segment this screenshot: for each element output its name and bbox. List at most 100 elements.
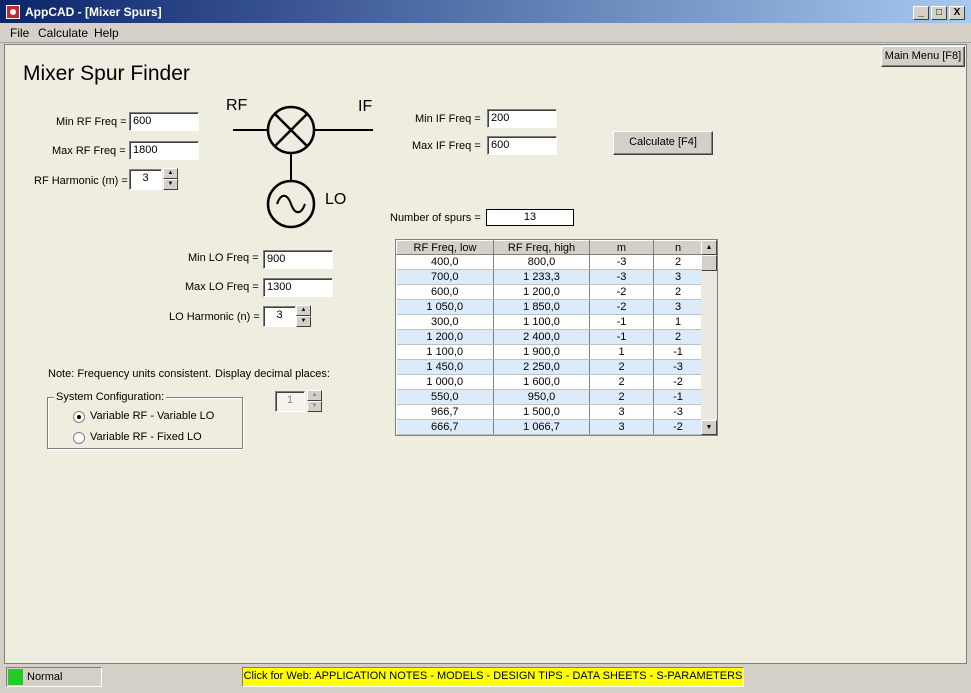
table-cell[interactable]: 1 066,7 [493,419,590,435]
table-cell[interactable]: 2 [589,389,654,405]
table-cell[interactable]: 1 450,0 [396,359,494,375]
maximize-button[interactable]: □ [931,6,947,20]
chevron-up-icon[interactable]: ▲ [296,305,311,316]
chevron-down-icon[interactable]: ▼ [296,316,311,327]
table-row[interactable]: 1 200,0 2 400,0 -1 2 [396,329,703,345]
table-cell[interactable]: 400,0 [396,254,494,270]
table-cell[interactable]: 1 [589,344,654,360]
table-row[interactable]: 700,0 1 233,3 -3 3 [396,269,703,285]
table-cell[interactable]: 1 200,0 [396,329,494,345]
radio-fixed-lo-label[interactable]: Variable RF - Fixed LO [90,431,202,443]
table-cell[interactable]: 1 500,0 [493,404,590,420]
table-cell[interactable]: -1 [653,389,703,405]
table-cell[interactable]: 2 250,0 [493,359,590,375]
table-row[interactable]: 966,7 1 500,0 3 -3 [396,404,703,420]
main-menu-button[interactable]: Main Menu [F8] [881,46,965,67]
table-cell[interactable]: 2 [589,359,654,375]
lo-harmonic-input[interactable]: 3 [263,306,296,327]
table-row[interactable]: 666,7 1 066,7 3 -2 [396,419,703,435]
table-cell[interactable]: -3 [589,269,654,285]
table-cell[interactable]: -1 [589,329,654,345]
table-cell[interactable]: 950,0 [493,389,590,405]
table-cell[interactable]: 2 [589,374,654,390]
radio-fixed-lo[interactable] [73,432,85,444]
min-lo-input[interactable]: 900 [263,250,333,269]
table-cell[interactable]: 966,7 [396,404,494,420]
table-cell[interactable]: 1 850,0 [493,299,590,315]
column-header[interactable]: m [589,240,654,255]
table-row[interactable]: 1 100,0 1 900,0 1 -1 [396,344,703,360]
table-cell[interactable]: -2 [589,284,654,300]
table-cell[interactable]: 600,0 [396,284,494,300]
table-cell[interactable]: 1 000,0 [396,374,494,390]
table-cell[interactable]: 2 400,0 [493,329,590,345]
decimal-places-input[interactable]: 1 [275,391,305,412]
max-if-input[interactable]: 600 [487,136,557,155]
table-cell[interactable]: 666,7 [396,419,494,435]
table-row[interactable]: 1 000,0 1 600,0 2 -2 [396,374,703,390]
radio-variable-lo-label[interactable]: Variable RF - Variable LO [90,410,214,422]
table-row[interactable]: 1 050,0 1 850,0 -2 3 [396,299,703,315]
table-cell[interactable]: 1 100,0 [396,344,494,360]
table-cell[interactable]: -2 [653,419,703,435]
table-row[interactable]: 1 450,0 2 250,0 2 -3 [396,359,703,375]
table-cell[interactable]: -2 [589,299,654,315]
scroll-down-arrow-icon[interactable]: ▼ [701,420,717,435]
column-header[interactable]: RF Freq, high [493,240,590,255]
table-cell[interactable]: -3 [589,254,654,270]
min-rf-input[interactable]: 600 [129,112,199,131]
table-cell[interactable]: 2 [653,284,703,300]
scroll-thumb[interactable] [701,255,717,271]
table-row[interactable]: 400,0 800,0 -3 2 [396,254,703,270]
table-cell[interactable]: 2 [653,254,703,270]
radio-variable-lo[interactable] [73,411,85,423]
table-cell[interactable]: -3 [653,359,703,375]
table-cell[interactable]: 300,0 [396,314,494,330]
minimize-button[interactable]: _ [913,6,929,20]
chevron-down-icon[interactable]: ▼ [163,179,178,190]
table-cell[interactable]: -2 [653,374,703,390]
menu-file[interactable]: File [10,26,29,40]
table-row[interactable]: 550,0 950,0 2 -1 [396,389,703,405]
max-rf-input[interactable]: 1800 [129,141,199,160]
max-lo-input[interactable]: 1300 [263,278,333,297]
table-cell[interactable]: 1 200,0 [493,284,590,300]
min-if-input[interactable]: 200 [487,109,557,128]
table-cell[interactable]: -3 [653,404,703,420]
table-cell[interactable]: 3 [653,269,703,285]
column-header[interactable]: RF Freq, low [396,240,494,255]
table-cell[interactable]: 1 050,0 [396,299,494,315]
table-cell[interactable]: 800,0 [493,254,590,270]
table-cell[interactable]: 700,0 [396,269,494,285]
table-cell[interactable]: 2 [653,329,703,345]
close-button[interactable]: X [949,6,965,20]
menu-help[interactable]: Help [94,26,119,40]
table-cell[interactable]: 3 [653,299,703,315]
table-cell[interactable]: -1 [589,314,654,330]
calculate-button[interactable]: Calculate [F4] [613,131,713,155]
table-cell[interactable]: 3 [589,404,654,420]
table-cell[interactable]: 1 [653,314,703,330]
web-link-banner[interactable]: Click for Web: APPLICATION NOTES - MODEL… [242,667,744,687]
chevron-up-icon[interactable]: ▲ [163,168,178,179]
chevron-up-icon[interactable]: ▲ [307,390,322,401]
scroll-up-arrow-icon[interactable]: ▲ [701,240,717,255]
chevron-down-icon[interactable]: ▼ [307,401,322,412]
table-cell[interactable]: 3 [589,419,654,435]
table-cell[interactable]: 1 900,0 [493,344,590,360]
table-cell[interactable]: -1 [653,344,703,360]
table-cell[interactable]: 1 233,3 [493,269,590,285]
decimal-places-stepper[interactable]: ▲ ▼ [307,390,322,413]
rf-harmonic-input[interactable]: 3 [129,169,162,190]
rf-harmonic-stepper[interactable]: ▲ ▼ [163,168,178,191]
table-cell[interactable]: 1 100,0 [493,314,590,330]
column-header[interactable]: n [653,240,703,255]
table-cell[interactable]: 550,0 [396,389,494,405]
app-icon[interactable] [6,5,20,19]
lo-harmonic-stepper[interactable]: ▲ ▼ [296,305,311,328]
table-scrollbar[interactable]: ▲ ▼ [701,240,717,435]
table-row[interactable]: 600,0 1 200,0 -2 2 [396,284,703,300]
table-cell[interactable]: 1 600,0 [493,374,590,390]
menu-calculate[interactable]: Calculate [38,26,88,40]
table-row[interactable]: 300,0 1 100,0 -1 1 [396,314,703,330]
